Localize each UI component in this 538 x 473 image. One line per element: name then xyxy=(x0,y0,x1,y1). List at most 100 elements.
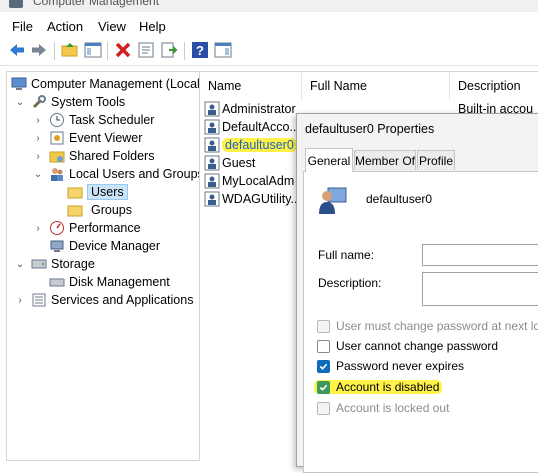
disk-icon xyxy=(49,274,65,290)
menu-bar: File Action View Help xyxy=(0,12,538,37)
chevron-down-icon[interactable]: ⌄ xyxy=(33,169,43,180)
forward-icon[interactable] xyxy=(30,41,48,59)
properties-dialog: defaultuser0 Properties General Member O… xyxy=(296,113,538,473)
tree-label: Services and Applications xyxy=(51,293,194,307)
delete-icon[interactable] xyxy=(114,41,132,59)
tab-profile[interactable]: Profile xyxy=(417,150,455,170)
description-field[interactable] xyxy=(422,272,538,306)
highlight: Account is disabled xyxy=(314,380,443,394)
list-item[interactable]: WDAGUtility... xyxy=(204,190,301,208)
column-header-name[interactable]: Name xyxy=(200,72,302,100)
device-manager-icon xyxy=(49,238,65,254)
checkbox-label: Account is locked out xyxy=(336,401,450,415)
column-header-description[interactable]: Description xyxy=(450,72,538,100)
clock-icon xyxy=(49,112,65,128)
checkbox-label: User must change password at next logon xyxy=(336,319,538,333)
cannot-change-password-checkbox[interactable]: User cannot change password xyxy=(317,338,498,354)
toolbar-separator xyxy=(107,42,108,60)
tools-icon xyxy=(31,94,47,110)
show-hide-action-pane-icon[interactable] xyxy=(214,41,232,59)
properties-icon[interactable] xyxy=(137,41,155,59)
description-label: Description: xyxy=(318,276,382,290)
shared-folder-icon xyxy=(49,148,65,164)
tree-node-services-apps[interactable]: › Services and Applications xyxy=(15,291,193,309)
tree-node-event-viewer[interactable]: › Event Viewer xyxy=(33,129,142,147)
list-item[interactable]: MyLocalAdm xyxy=(204,172,294,190)
tree-node-task-scheduler[interactable]: › Task Scheduler xyxy=(33,111,154,129)
menu-view[interactable]: View xyxy=(98,19,126,34)
username-label: defaultuser0 xyxy=(366,192,433,206)
toolbar: ? xyxy=(0,37,538,66)
user-icon xyxy=(204,101,220,117)
tree-node-disk-management[interactable]: Disk Management xyxy=(49,273,170,291)
event-viewer-icon xyxy=(49,130,65,146)
tree-node-performance[interactable]: › Performance xyxy=(33,219,141,237)
tree-label: Event Viewer xyxy=(69,131,143,145)
password-never-expires-checkbox[interactable]: Password never expires xyxy=(317,358,464,374)
up-folder-icon[interactable] xyxy=(61,41,79,59)
account-locked-out-checkbox[interactable]: Account is locked out xyxy=(317,400,449,416)
toolbar-separator xyxy=(54,42,55,60)
dialog-title: defaultuser0 Properties xyxy=(305,122,435,136)
chevron-right-icon[interactable]: › xyxy=(33,115,43,126)
tree-label: Users xyxy=(87,184,128,200)
tree-label: Groups xyxy=(91,203,132,217)
app-icon xyxy=(9,0,23,8)
tab-member-of[interactable]: Member Of xyxy=(354,150,416,170)
menu-action[interactable]: Action xyxy=(47,19,83,34)
tree-node-storage[interactable]: ⌄ Storage xyxy=(15,255,95,273)
menu-file[interactable]: File xyxy=(12,19,33,34)
chevron-right-icon[interactable]: › xyxy=(33,151,43,162)
checkmark-icon xyxy=(317,359,330,373)
list-item[interactable]: Administrator xyxy=(204,100,296,118)
show-hide-tree-icon[interactable] xyxy=(84,41,102,59)
user-icon xyxy=(204,119,220,135)
account-disabled-checkbox[interactable]: Account is disabled xyxy=(314,379,443,395)
user-name: DefaultAcco... xyxy=(222,120,300,134)
console-tree: Computer Management (Local ⌄ System Tool… xyxy=(6,71,200,461)
user-name: WDAGUtility... xyxy=(222,192,301,206)
tree-label: Task Scheduler xyxy=(69,113,155,127)
user-name: MyLocalAdm xyxy=(222,174,295,188)
column-header-full-name[interactable]: Full Name xyxy=(302,72,450,100)
tree-node-users[interactable]: Users xyxy=(67,183,128,201)
tree-label: Shared Folders xyxy=(69,149,155,163)
tree-node-shared-folders[interactable]: › Shared Folders xyxy=(33,147,154,165)
list-item[interactable]: DefaultAcco... xyxy=(204,118,300,136)
list-item[interactable]: defaultuser0 xyxy=(204,136,297,154)
tree-node-device-manager[interactable]: Device Manager xyxy=(49,237,160,255)
user-name: Administrator xyxy=(222,102,296,116)
tree-node-groups[interactable]: Groups xyxy=(67,201,132,219)
full-name-label: Full name: xyxy=(318,248,375,262)
list-item[interactable]: Guest xyxy=(204,154,255,172)
chevron-right-icon[interactable]: › xyxy=(33,133,43,144)
title-bar: Computer Management xyxy=(0,0,538,12)
chevron-right-icon[interactable]: › xyxy=(33,223,43,234)
toolbar-separator xyxy=(184,42,185,60)
tree-label: Performance xyxy=(69,221,141,235)
chevron-down-icon[interactable]: ⌄ xyxy=(15,259,25,270)
help-icon[interactable]: ? xyxy=(191,41,209,59)
tree-label: Storage xyxy=(51,257,95,271)
tree-node-system-tools[interactable]: ⌄ System Tools xyxy=(15,93,125,111)
full-name-field[interactable] xyxy=(422,244,538,266)
must-change-password-checkbox[interactable]: User must change password at next logon xyxy=(317,318,538,334)
chevron-down-icon[interactable]: ⌄ xyxy=(15,97,25,108)
back-icon[interactable] xyxy=(8,41,26,59)
user-icon xyxy=(204,155,220,171)
tree-label: Device Manager xyxy=(69,239,161,253)
checkmark-icon xyxy=(317,380,330,394)
menu-help[interactable]: Help xyxy=(139,19,166,34)
tab-general[interactable]: General xyxy=(305,148,353,172)
window-title: Computer Management xyxy=(33,0,160,8)
checkbox-label: User cannot change password xyxy=(336,339,499,353)
computer-icon xyxy=(11,76,27,92)
user-avatar-icon xyxy=(316,184,348,216)
users-group-icon xyxy=(49,166,65,182)
export-list-icon[interactable] xyxy=(160,41,178,59)
tree-node-computer-management[interactable]: Computer Management (Local xyxy=(11,75,199,93)
chevron-right-icon[interactable]: › xyxy=(15,295,25,306)
user-icon xyxy=(204,191,220,207)
tree-node-local-users-groups[interactable]: ⌄ Local Users and Groups xyxy=(33,165,199,183)
storage-icon xyxy=(31,256,47,272)
